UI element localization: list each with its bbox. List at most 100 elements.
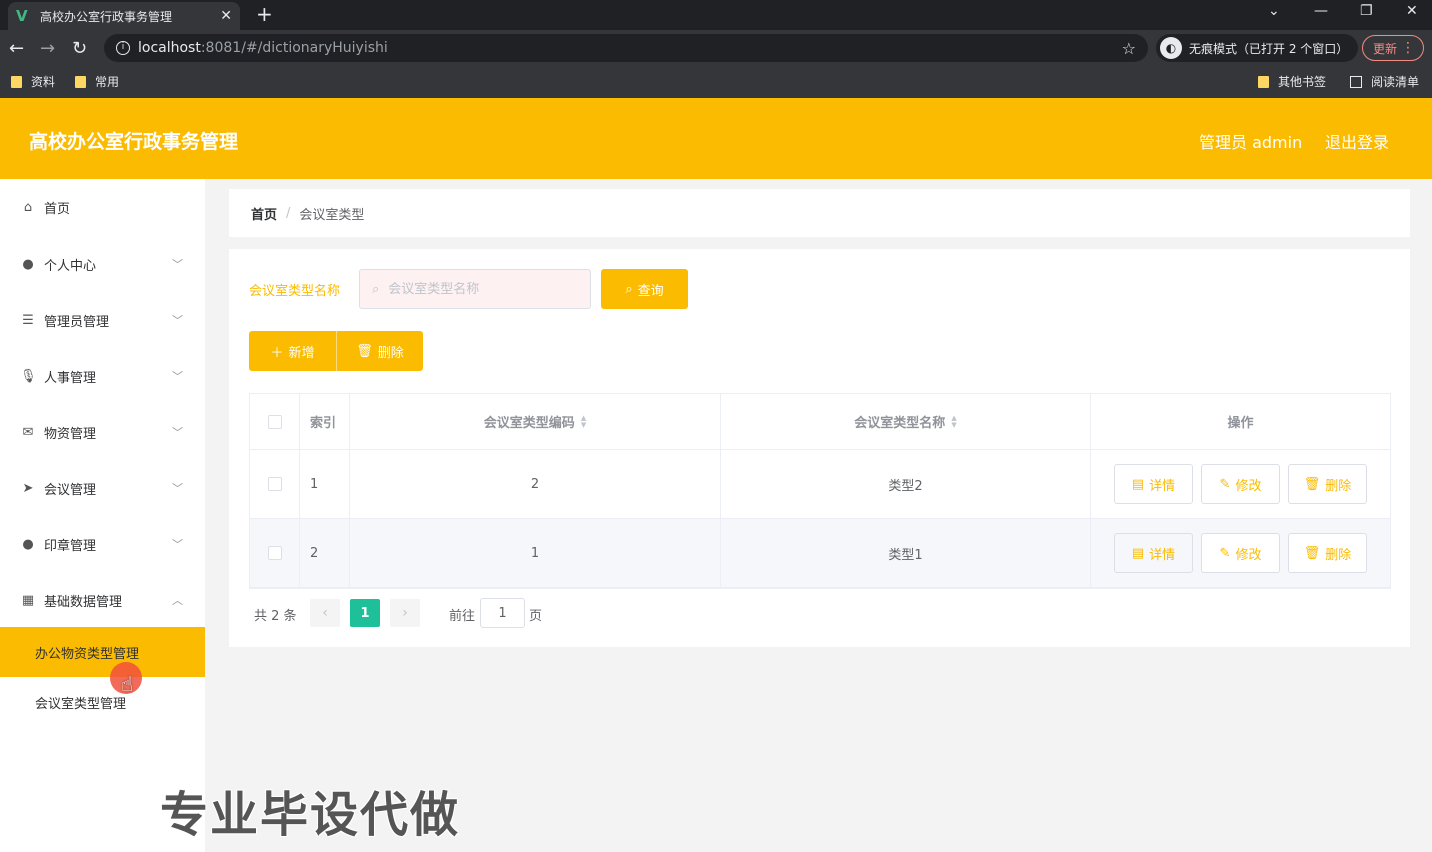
sidebar-item-materials-management[interactable]: ✉ 物资管理 ﹀ [0, 404, 205, 460]
add-label: 新增 [288, 345, 315, 361]
site-info-icon[interactable]: i [116, 41, 130, 55]
goto-label: 前往 [449, 609, 476, 624]
url-host: localhost [138, 40, 201, 56]
reading-list[interactable]: 阅读清单 [1350, 73, 1419, 90]
bookmark-folder-ziliao[interactable]: 资料 [11, 73, 55, 90]
sidebar-item-label: 管理员管理 [44, 314, 110, 330]
edit-button[interactable]: ✎ 修改 [1201, 533, 1280, 573]
detail-button[interactable]: ▤ 详情 [1114, 533, 1193, 573]
update-button[interactable]: 更新 ⋮ [1362, 35, 1424, 61]
back-icon[interactable]: ← [9, 38, 24, 59]
sidebar-item-home[interactable]: ⌂ 首页 [0, 179, 205, 235]
home-icon: ⌂ [23, 199, 33, 215]
row-checkbox[interactable] [267, 477, 282, 491]
window-close-icon[interactable]: ✕ [1406, 3, 1418, 19]
minimize-icon[interactable]: — [1314, 3, 1328, 19]
sort-icon[interactable]: ▲ ▼ [951, 414, 956, 429]
detail-button[interactable]: ▤ 详情 [1114, 464, 1193, 504]
reload-icon[interactable]: ↻ [72, 38, 87, 59]
delete-button[interactable]: 🗑 删除 [1288, 464, 1367, 504]
header-code[interactable]: 会议室类型编码 ▲ ▼ [350, 394, 721, 449]
sidebar-item-meeting-management[interactable]: ➤ 会议管理 ﹀ [0, 460, 205, 516]
detail-label: 详情 [1149, 547, 1176, 563]
select-all-checkbox[interactable] [267, 414, 282, 429]
sidebar-item-base-data-management[interactable]: ▦ 基础数据管理 ︿ [0, 572, 205, 628]
sidebar-subitem-office-supply-types[interactable]: 办公物资类型管理 [0, 627, 205, 677]
app-title: 高校办公室行政事务管理 [29, 131, 239, 153]
row-check-cell [250, 450, 300, 518]
sidebar-item-personal-center[interactable]: ● 个人中心 ﹀ [0, 236, 205, 292]
row-ops: ▤ 详情 ✎ 修改 🗑 删除 [1091, 450, 1390, 518]
mail-icon: ✉ [22, 424, 34, 440]
sidebar-subitem-meeting-room-types[interactable]: 会议室类型管理 [0, 677, 205, 727]
row-checkbox[interactable] [267, 546, 282, 560]
update-label: 更新 [1373, 41, 1398, 56]
breadcrumb-current: 会议室类型 [299, 207, 365, 223]
app-header: 高校办公室行政事务管理 管理员 admin 退出登录 [0, 98, 1432, 179]
edit-button[interactable]: ✎ 修改 [1201, 464, 1280, 504]
sort-icon[interactable]: ▲ ▼ [581, 414, 586, 429]
next-page-button[interactable]: › [390, 599, 420, 627]
edit-label: 修改 [1235, 547, 1262, 563]
tab-title: 高校办公室行政事务管理 [40, 9, 173, 24]
sidebar-item-label: 个人中心 [44, 258, 97, 274]
search-input[interactable] [388, 281, 579, 297]
tab-close-icon[interactable]: ✕ [220, 8, 232, 24]
add-button[interactable]: ＋ 新增 [249, 331, 336, 371]
sidebar-item-label: 首页 [44, 201, 71, 217]
chevron-down-icon: ﹀ [172, 314, 183, 327]
sidebar-item-label: 印章管理 [44, 538, 97, 554]
grid-icon: ▦ [21, 592, 35, 608]
more-menu-icon: ⋮ [1401, 40, 1415, 56]
bookmark-star-icon[interactable]: ☆ [1122, 39, 1136, 58]
tab-search-icon[interactable]: ⌄ [1268, 3, 1280, 19]
sidebar-item-hr-management[interactable]: 🎙 人事管理 ﹀ [0, 348, 205, 404]
search-icon: ⌕ [372, 281, 380, 297]
page-unit-label: 页 [529, 609, 543, 624]
bookmark-folder-changyong[interactable]: 常用 [75, 73, 119, 90]
delete-button[interactable]: 🗑 删除 [1288, 533, 1367, 573]
address-bar[interactable]: i localhost:8081/#/dictionaryHuiyishi ☆ [104, 34, 1148, 62]
bookmark-folder-other[interactable]: 其他书签 [1258, 73, 1326, 90]
browser-toolbar: ← → ↻ i localhost:8081/#/dictionaryHuiyi… [0, 30, 1432, 66]
bookmark-label: 常用 [95, 75, 120, 89]
search-field[interactable]: ⌕ [359, 269, 591, 309]
goto-page-input[interactable]: 1 [480, 598, 525, 628]
header-ops: 操作 [1227, 416, 1254, 431]
folder-icon [11, 75, 22, 88]
breadcrumb-home[interactable]: 首页 [251, 204, 277, 223]
chevron-left-icon: ‹ [322, 605, 328, 621]
bookmark-label: 阅读清单 [1371, 75, 1420, 89]
header-name[interactable]: 会议室类型名称 ▲ ▼ [721, 394, 1091, 449]
logout-link[interactable]: 退出登录 [1325, 129, 1389, 153]
pagination-total: 共 2 条 [254, 609, 297, 624]
sidebar-item-label: 会议管理 [44, 482, 97, 498]
table-header-row: 索引 会议室类型编码 ▲ ▼ 会议室类型名称 ▲ ▼ 操作 [250, 394, 1390, 450]
query-button[interactable]: ⌕ 查询 [601, 269, 688, 309]
prev-page-button[interactable]: ‹ [310, 599, 340, 627]
incognito-label: 无痕模式（已打开 2 个窗口） [1189, 41, 1349, 56]
edit-label: 修改 [1235, 478, 1262, 494]
hand-cursor-icon: ☝ [121, 672, 134, 696]
new-tab-icon[interactable]: + [256, 2, 273, 26]
admin-label: 管理员 admin [1199, 133, 1303, 152]
table-row: 1 2 类型2 ▤ 详情 ✎ 修改 🗑 删除 [250, 450, 1390, 519]
row-name: 类型1 [721, 519, 1091, 587]
browser-tab[interactable]: V 高校办公室行政事务管理 ✕ [8, 2, 240, 30]
restore-icon[interactable]: ❐ [1360, 3, 1373, 19]
incognito-indicator[interactable]: ◐ 无痕模式（已打开 2 个窗口） [1156, 34, 1359, 62]
search-label: 会议室类型名称 [249, 284, 341, 299]
batch-delete-button[interactable]: 🗑 删除 [336, 331, 423, 371]
plus-icon: ＋ [270, 345, 284, 361]
trash-icon: 🗑 [356, 343, 373, 359]
sidebar-item-admin-management[interactable]: ☰ 管理员管理 ﹀ [0, 292, 205, 348]
sidebar-item-seal-management[interactable]: ● 印章管理 ﹀ [0, 516, 205, 572]
sliders-icon: ☰ [22, 312, 34, 328]
microphone-icon: 🎙 [20, 368, 37, 384]
header-code-label: 会议室类型编码 [483, 416, 575, 431]
sidebar-item-label: 基础数据管理 [44, 594, 123, 610]
page-number-button[interactable]: 1 [350, 599, 380, 627]
trash-icon: 🗑 [1303, 545, 1321, 561]
forward-icon[interactable]: → [40, 38, 55, 59]
query-label: 查询 [637, 283, 664, 299]
